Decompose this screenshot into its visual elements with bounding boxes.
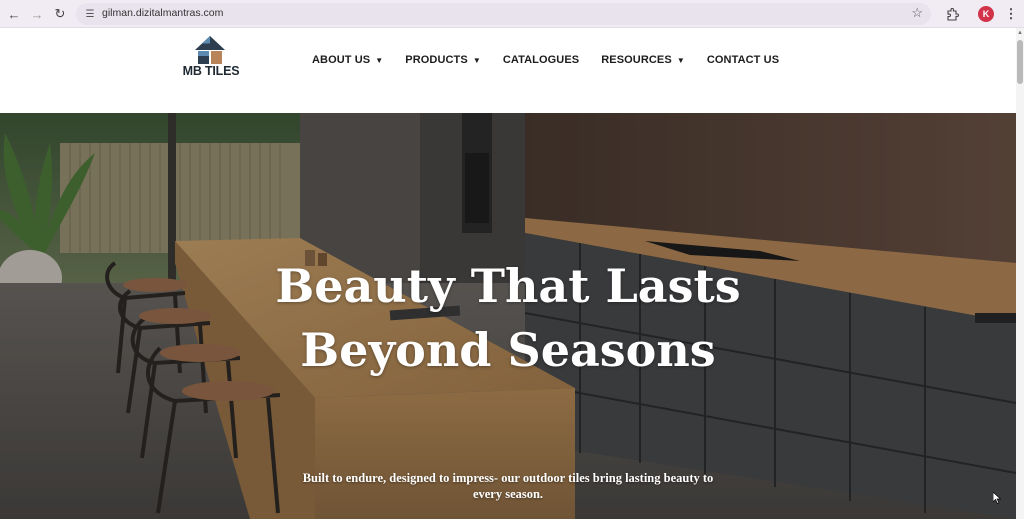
nav-contact-us[interactable]: CONTACT US [707, 54, 779, 66]
profile-avatar[interactable]: K [978, 6, 994, 22]
nav-label: CATALOGUES [502, 54, 580, 66]
nav-label: PRODUCTS [405, 54, 468, 66]
bookmark-star-icon[interactable]: ☆ [911, 5, 923, 21]
browser-toolbar: ← → ↻ ☰ gilman.dizitalmantras.com ☆ K ⋮ [0, 0, 1024, 28]
back-arrow-icon[interactable]: ← [4, 4, 24, 24]
hero-subtitle: Built to endure, designed to impress- ou… [302, 471, 714, 501]
mouse-cursor-icon [993, 492, 1001, 504]
nav-label: CONTACT US [706, 54, 780, 66]
forward-arrow-icon[interactable]: → [27, 4, 47, 24]
extensions-puzzle-icon[interactable] [943, 5, 961, 23]
nav-label: RESOURCES [601, 54, 672, 66]
chevron-down-icon: ▼ [375, 55, 384, 65]
hero-title-line-1: Beauty That Lasts [275, 259, 741, 313]
kebab-menu-icon[interactable]: ⋮ [1004, 5, 1018, 23]
page-scrollbar[interactable]: ▲ [1016, 28, 1024, 519]
site-header: MB TILES ABOUT US ▼ PRODUCTS ▼ CATALOGUE… [0, 28, 1016, 113]
chevron-down-icon: ▼ [676, 55, 685, 65]
scroll-up-arrow-icon[interactable]: ▲ [1017, 30, 1023, 36]
chevron-down-icon: ▼ [472, 55, 481, 65]
hero-title: Beauty That Lasts Beyond Seasons [0, 254, 1016, 382]
nav-products[interactable]: PRODUCTS ▼ [405, 54, 481, 66]
hero-title-line-2: Beyond Seasons [300, 323, 716, 377]
nav-resources[interactable]: RESOURCES ▼ [601, 54, 685, 66]
nav-label: ABOUT US [312, 54, 371, 66]
url-text[interactable]: gilman.dizitalmantras.com [102, 7, 223, 19]
scrollbar-thumb[interactable] [1017, 40, 1023, 84]
site-info-icon[interactable]: ☰ [83, 7, 97, 21]
reload-icon[interactable]: ↻ [50, 4, 70, 24]
address-bar[interactable]: ☰ gilman.dizitalmantras.com ☆ [76, 3, 931, 25]
logo-house-icon [195, 36, 225, 64]
nav-about-us[interactable]: ABOUT US ▼ [312, 54, 383, 66]
main-navigation: ABOUT US ▼ PRODUCTS ▼ CATALOGUES RESOURC… [312, 54, 801, 66]
site-logo[interactable]: MB TILES [178, 36, 244, 86]
hero-banner: Beauty That Lasts Beyond Seasons Built t… [0, 113, 1016, 519]
logo-text: MB TILES [182, 64, 240, 78]
nav-catalogues[interactable]: CATALOGUES [503, 54, 579, 66]
